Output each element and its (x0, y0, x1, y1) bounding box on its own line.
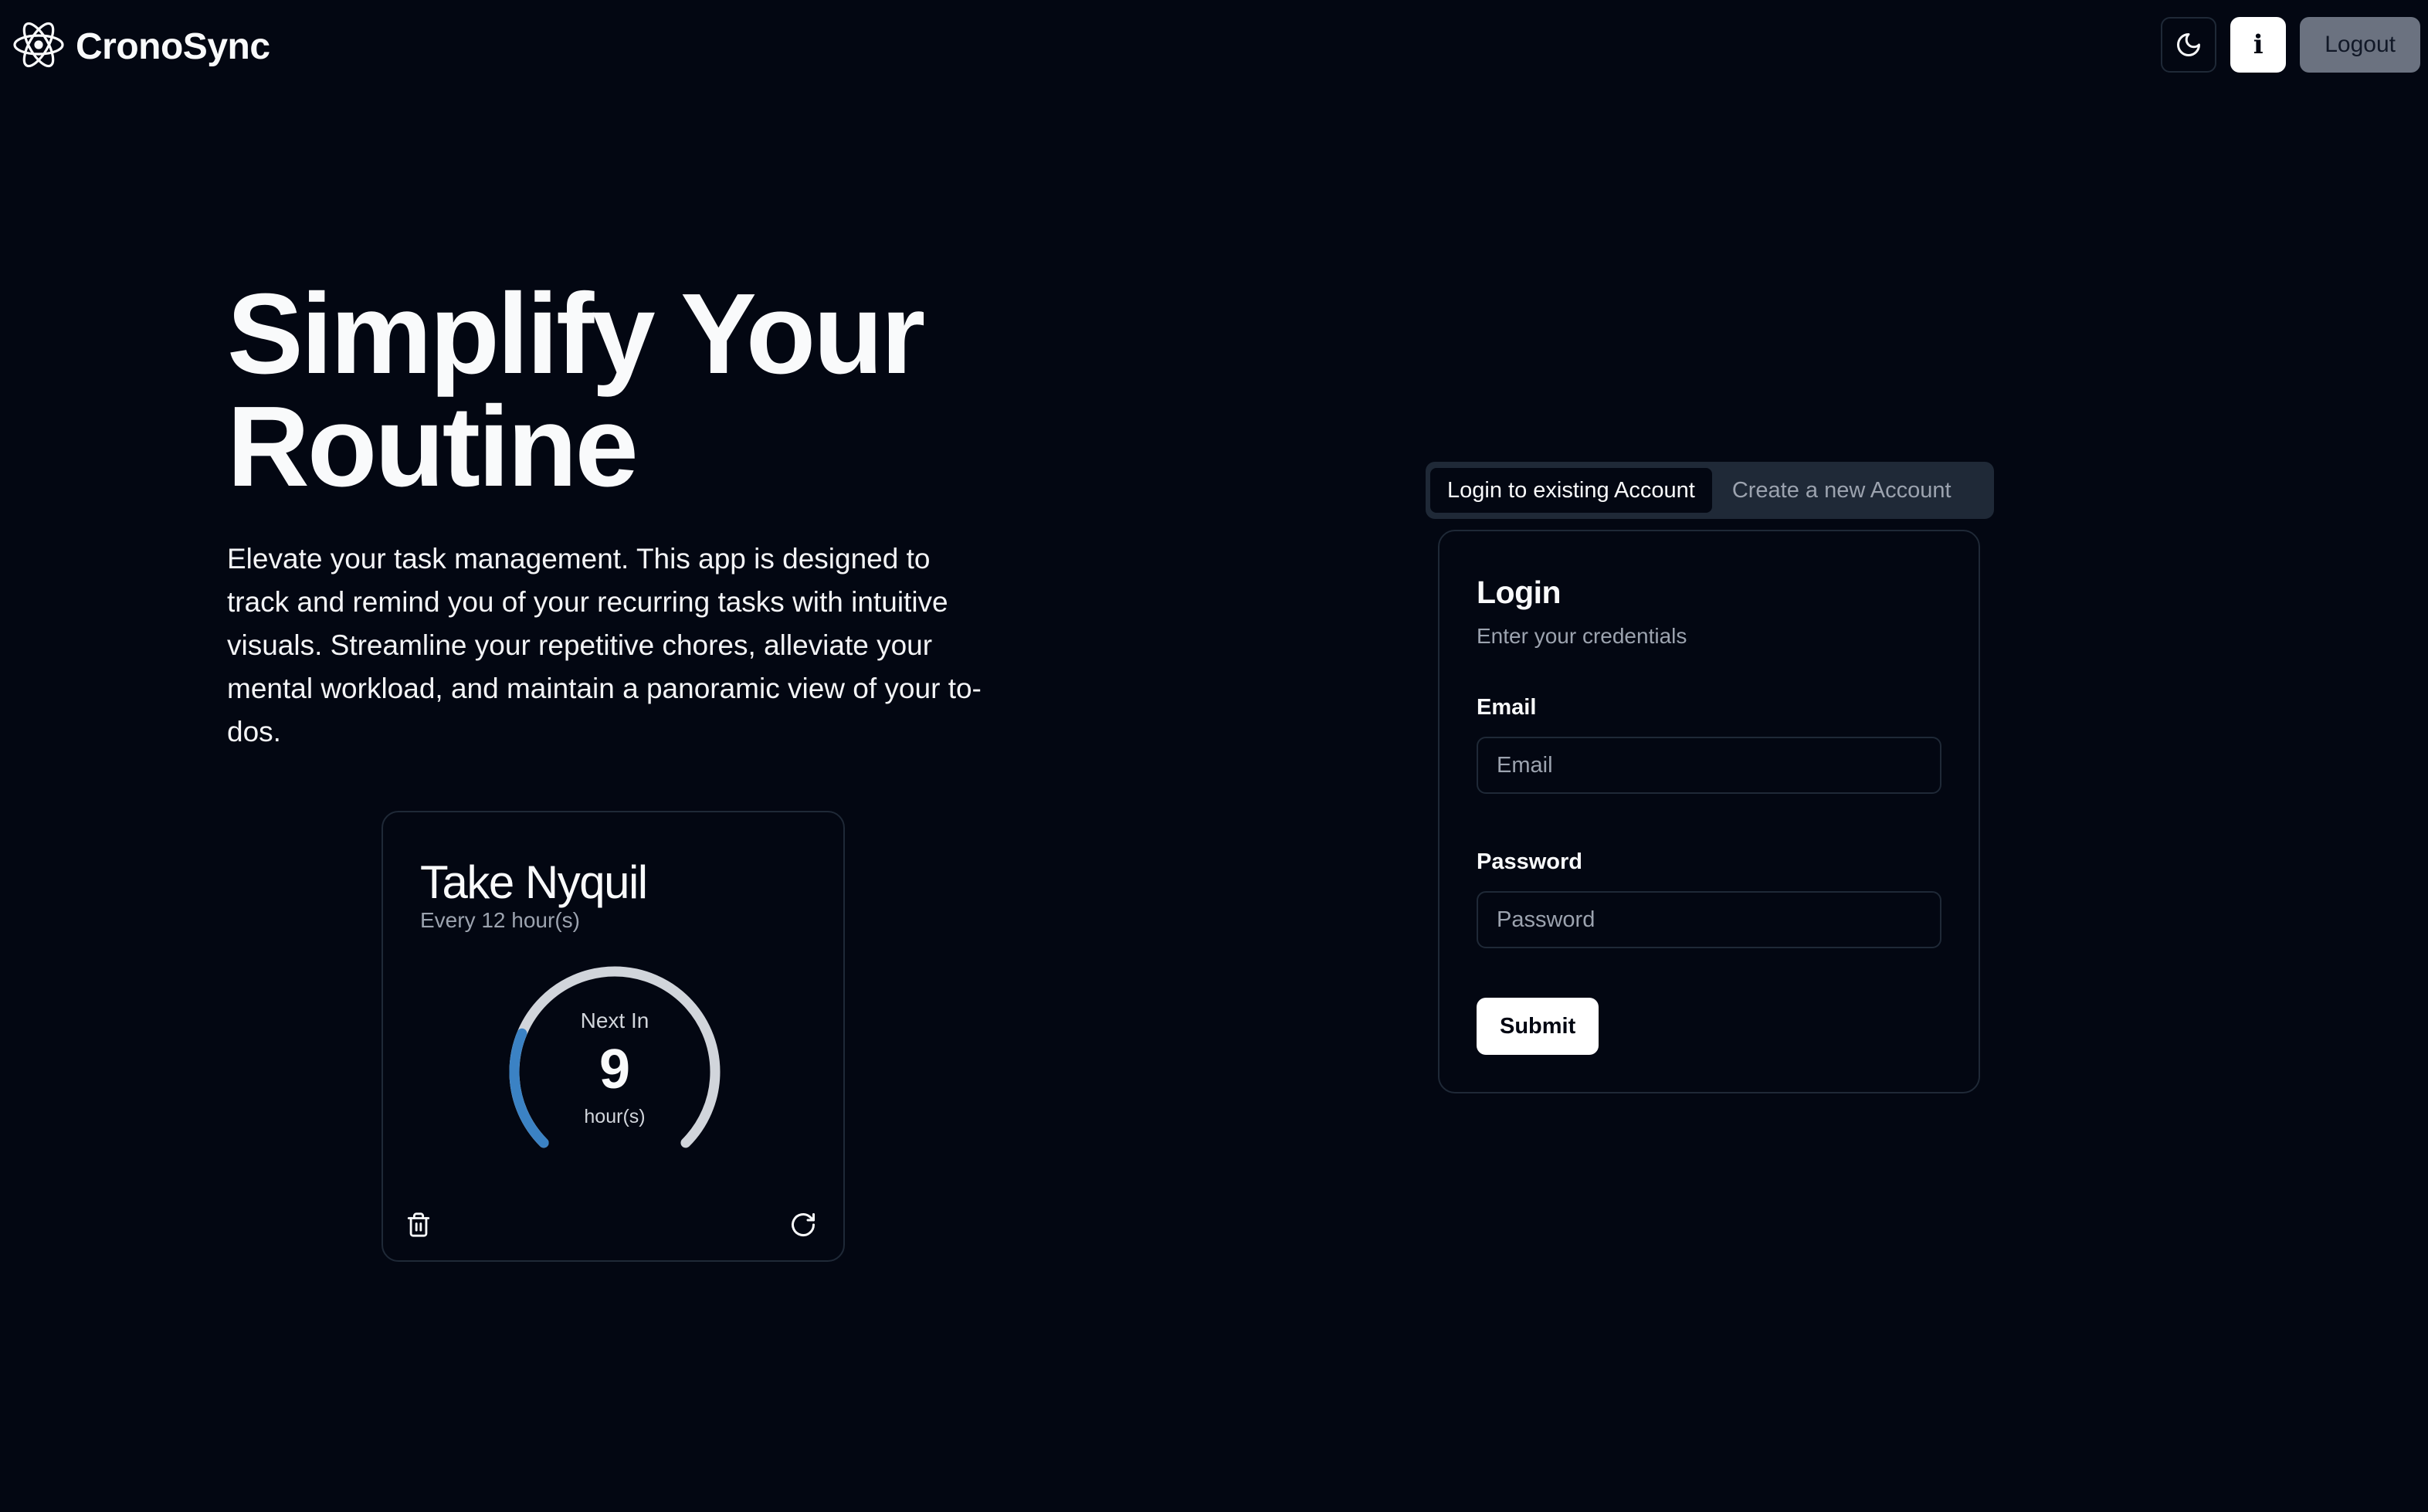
tab-login[interactable]: Login to existing Account (1430, 468, 1712, 513)
hero-title: Simplify Your Routine (227, 277, 1154, 504)
password-label: Password (1477, 849, 1582, 874)
email-field[interactable] (1477, 737, 1941, 794)
info-button[interactable]: i (2230, 17, 2287, 73)
trash-icon (407, 1212, 430, 1237)
auth-tabs: Login to existing Account Create a new A… (1426, 462, 1994, 519)
task-card: Take Nyquil Every 12 hour(s) Next In 9 h… (381, 811, 845, 1262)
theme-toggle-button[interactable] (2161, 17, 2217, 73)
login-subtitle: Enter your credentials (1477, 624, 1687, 648)
logout-button[interactable]: Logout (2300, 17, 2420, 73)
next-in-label: Next In (580, 1009, 649, 1032)
submit-button[interactable]: Submit (1477, 998, 1599, 1055)
brand[interactable]: CronoSync (12, 17, 270, 76)
reset-button[interactable] (788, 1209, 819, 1240)
login-title: Login (1477, 575, 1562, 610)
moon-icon (2177, 33, 2201, 56)
delete-button[interactable] (403, 1209, 434, 1240)
hero-title-line1: Simplify Your (227, 270, 925, 398)
hero-title-line2: Routine (227, 383, 639, 510)
atom-logo-icon (12, 17, 65, 76)
hero-description: Elevate your task management. This app i… (227, 543, 982, 748)
refresh-icon (792, 1213, 815, 1237)
next-in-unit: hour(s) (584, 1106, 646, 1127)
header-actions: i Logout (2161, 17, 2420, 73)
tab-create-account[interactable]: Create a new Account (1715, 468, 1969, 513)
app-title: CronoSync (76, 26, 270, 67)
task-interval: Every 12 hour(s) (420, 908, 580, 932)
password-field[interactable] (1477, 891, 1941, 948)
next-in-value: 9 (599, 1039, 631, 1100)
email-label: Email (1477, 695, 1537, 720)
login-card: Login Enter your credentials Email Passw… (1438, 530, 1980, 1093)
task-title: Take Nyquil (420, 856, 648, 908)
